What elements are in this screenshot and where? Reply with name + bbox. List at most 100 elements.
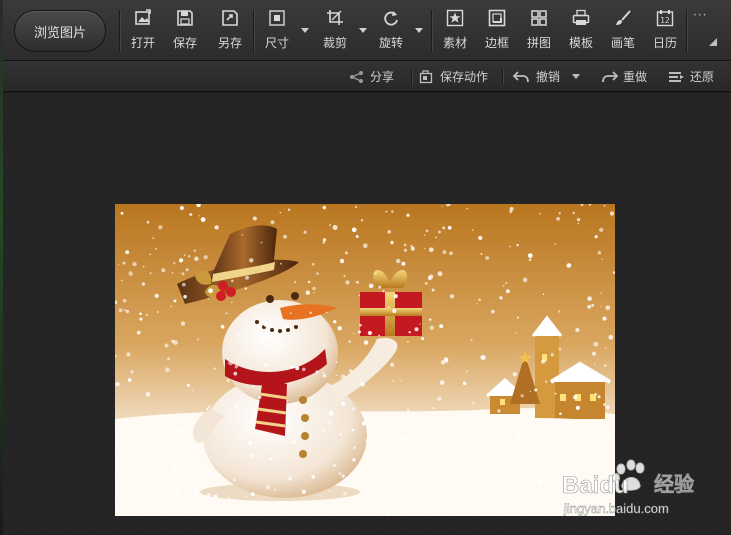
open-button[interactable]: 打开 [123,8,163,54]
main-toolbar: 浏览图片 打开 保存 另存 尺寸 裁剪 旋转 素材 边框 拼图 模板 画笔 12… [3,0,731,61]
save-as-button[interactable]: 另存 [210,8,250,54]
snowflake [566,420,571,425]
snowflake [593,341,599,347]
snowflake [512,372,518,377]
snowflake [226,378,231,383]
snowflake [145,392,151,397]
snowflake [529,390,532,393]
snowflake [387,229,392,234]
restore-label: 还原 [690,70,715,84]
snowflake [603,204,606,207]
snowflake [179,205,184,211]
snowflake [269,457,273,461]
snowflake [577,223,580,225]
snowflake [452,498,455,501]
snowflake [122,298,127,303]
snowflake [353,332,355,335]
snowflake [368,283,374,289]
rotate-icon [381,8,401,28]
snowflake [316,272,319,275]
snowflake [516,316,519,319]
frame-button[interactable]: 边框 [477,8,517,54]
snowflake [385,511,390,515]
snowflake [367,330,373,336]
snowflake [149,272,152,275]
undo-dropdown-chevron-icon[interactable] [572,74,580,80]
rotate-dropdown-chevron-icon[interactable] [415,28,423,34]
more-options-icon[interactable]: ··· [693,8,707,22]
template-label: 模板 [568,36,593,50]
snowflake [551,330,553,333]
resize-button[interactable]: 尺寸 [257,8,297,54]
snowflake [139,317,143,321]
crop-button[interactable]: 裁剪 [315,8,355,54]
snowflake [228,360,234,366]
calendar-button[interactable]: 12 日历 [645,8,685,54]
snowflake [335,374,338,377]
expand-corner-icon[interactable] [709,38,717,46]
template-button[interactable]: 模板 [561,8,601,54]
save-action-button[interactable]: 保存动作 [419,61,488,92]
snowflake [442,250,447,254]
baidu-paw-icon: Baidu 经验 jingyan.baidu.com [562,459,694,516]
snowflake [280,262,282,265]
browse-images-button[interactable]: 浏览图片 [14,10,106,52]
snowflake [173,299,177,303]
snowflake [175,489,180,494]
resize-dropdown-chevron-icon[interactable] [301,28,309,34]
snowflake [597,251,602,255]
snowflake [527,253,533,258]
snowflake [449,251,453,255]
snowflake [171,339,175,343]
snowflake [603,403,606,407]
snowflake [180,428,184,432]
snowflake [263,362,268,367]
snowflake [335,361,338,363]
frame-icon [487,8,507,28]
snowflake [351,407,355,411]
snowflake [606,434,612,440]
save-button[interactable]: 保存 [165,8,205,54]
snowflake [421,337,425,341]
restore-button[interactable]: 还原 [668,61,714,92]
snowflake [516,243,519,247]
crop-dropdown-chevron-icon[interactable] [359,28,367,34]
snowflake [378,497,380,500]
snowflake [160,501,166,507]
brush-button[interactable]: 画笔 [603,8,643,54]
snowflake [328,410,334,416]
undo-button[interactable]: 撤销 [513,61,560,92]
watermark-url: jingyan.baidu.com [563,501,669,516]
snowflake [348,340,351,343]
snowflake [509,245,512,248]
calendar-icon: 12 [655,8,675,28]
snowflake [136,330,141,335]
snowflake [250,492,255,497]
snowflake [142,265,145,268]
snowflake [290,312,292,314]
snowflake [333,320,337,324]
share-button[interactable]: 分享 [349,61,394,92]
snowflake [417,409,420,411]
snowflake [343,274,346,277]
share-label: 分享 [370,70,395,84]
material-button[interactable]: 素材 [435,8,475,54]
save-as-label: 另存 [217,36,242,50]
snowflake [439,324,444,329]
snowflake [400,380,402,382]
rotate-button[interactable]: 旋转 [371,8,411,54]
collage-button[interactable]: 拼图 [519,8,559,54]
snowflake [366,440,370,444]
snowman-photo[interactable] [115,204,615,516]
snowflake [125,462,128,465]
snowflake [234,365,238,369]
snowflake [424,234,426,236]
toolbar-divider [431,10,432,52]
snowflake [594,392,598,396]
snowflake [470,339,473,342]
snowflake [230,301,233,304]
snowflake [431,288,435,292]
redo-button[interactable]: 重做 [600,61,647,92]
snowflake [604,364,607,367]
snowflake [472,402,475,405]
